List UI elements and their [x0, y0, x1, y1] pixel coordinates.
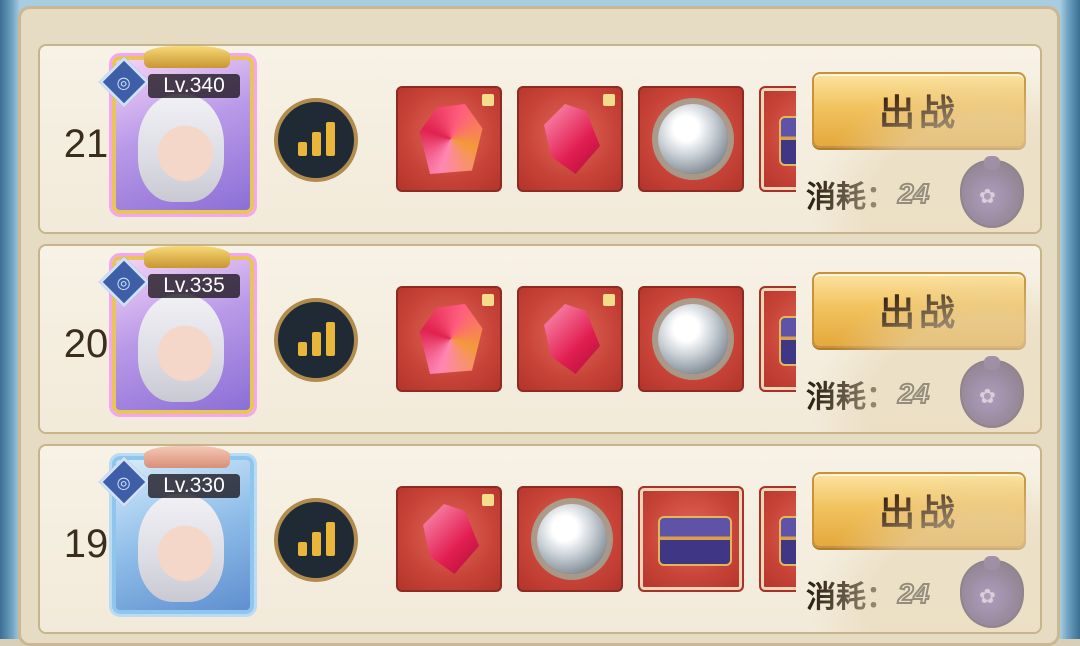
reward-item[interactable] — [517, 86, 623, 192]
crown-frame-icon — [144, 446, 230, 468]
cost-value: 24 — [897, 377, 930, 410]
cost-label: 消耗： — [806, 180, 896, 215]
treasure-chest-icon — [779, 116, 796, 166]
fight-button[interactable]: 出战 — [812, 272, 1026, 348]
stamina-pouch-icon: ✿ — [960, 556, 1024, 628]
cost-value: 24 — [897, 577, 930, 610]
power-signal-icon[interactable] — [274, 298, 358, 382]
spirit-orb-icon — [537, 504, 607, 574]
level-badge: Lv.335 — [148, 274, 240, 298]
fragment-badge-icon — [603, 94, 615, 106]
fragment-badge-icon — [482, 494, 494, 506]
reward-item[interactable] — [638, 286, 744, 392]
treasure-chest-icon — [658, 516, 732, 566]
cost-display: 消耗： 24 — [806, 372, 930, 416]
fight-button[interactable]: 出战 — [812, 472, 1026, 548]
stamina-pouch-icon: ✿ — [960, 156, 1024, 228]
power-signal-icon[interactable] — [274, 498, 358, 582]
element-gem-icon: ◎ — [98, 456, 150, 508]
character-portrait — [138, 494, 224, 602]
level-badge: Lv.330 — [148, 474, 240, 498]
crystal-ore-icon — [419, 304, 483, 374]
rank-number: 19 — [63, 522, 109, 566]
stamina-pouch-icon: ✿ — [960, 356, 1024, 428]
element-gem-icon: ◎ — [98, 256, 150, 308]
crown-frame-icon — [144, 246, 230, 268]
reward-item[interactable] — [517, 486, 623, 592]
fragment-badge-icon — [603, 294, 615, 306]
reward-item[interactable] — [759, 86, 796, 192]
cost-label: 消耗： — [806, 580, 896, 615]
spirit-orb-icon — [658, 304, 728, 374]
reward-item[interactable] — [638, 486, 744, 592]
reward-list — [394, 486, 796, 596]
rank-number: 20 — [63, 322, 109, 366]
cost-label: 消耗： — [806, 380, 896, 415]
reward-item[interactable] — [396, 286, 502, 392]
cost-display: 消耗： 24 — [806, 572, 930, 616]
spirit-orb-icon — [658, 104, 728, 174]
opponent-avatar[interactable]: ◎ Lv.330 — [98, 446, 254, 614]
reward-item[interactable] — [396, 86, 502, 192]
challenge-row: 20 ◎ Lv.335 出战 消耗： 24 ✿ — [38, 244, 1042, 434]
character-portrait — [138, 94, 224, 202]
reward-list — [394, 286, 796, 396]
reward-item[interactable] — [517, 286, 623, 392]
challenge-row: 21 ◎ Lv.340 出战 消耗： 24 ✿ — [38, 44, 1042, 234]
rank-number: 21 — [63, 122, 109, 166]
reward-item[interactable] — [638, 86, 744, 192]
fragment-badge-icon — [482, 94, 494, 106]
character-portrait — [138, 294, 224, 402]
crystal-shard-icon — [423, 504, 479, 574]
crystal-ore-icon — [419, 104, 483, 174]
cost-display: 消耗： 24 — [806, 172, 930, 216]
reward-item[interactable] — [759, 286, 796, 392]
crown-frame-icon — [144, 46, 230, 68]
crystal-shard-icon — [544, 104, 600, 174]
power-signal-icon[interactable] — [274, 98, 358, 182]
level-badge: Lv.340 — [148, 74, 240, 98]
fragment-badge-icon — [482, 294, 494, 306]
opponent-avatar[interactable]: ◎ Lv.335 — [98, 246, 254, 414]
element-gem-icon: ◎ — [98, 56, 150, 108]
reward-list — [394, 86, 796, 196]
treasure-chest-icon — [779, 316, 796, 366]
crystal-shard-icon — [544, 304, 600, 374]
challenge-row: 19 ◎ Lv.330 出战 消耗： 24 ✿ — [38, 444, 1042, 634]
opponent-avatar[interactable]: ◎ Lv.340 — [98, 46, 254, 214]
treasure-chest-icon — [779, 516, 796, 566]
cost-value: 24 — [897, 177, 930, 210]
fight-button[interactable]: 出战 — [812, 72, 1026, 148]
reward-item[interactable] — [759, 486, 796, 592]
reward-item[interactable] — [396, 486, 502, 592]
